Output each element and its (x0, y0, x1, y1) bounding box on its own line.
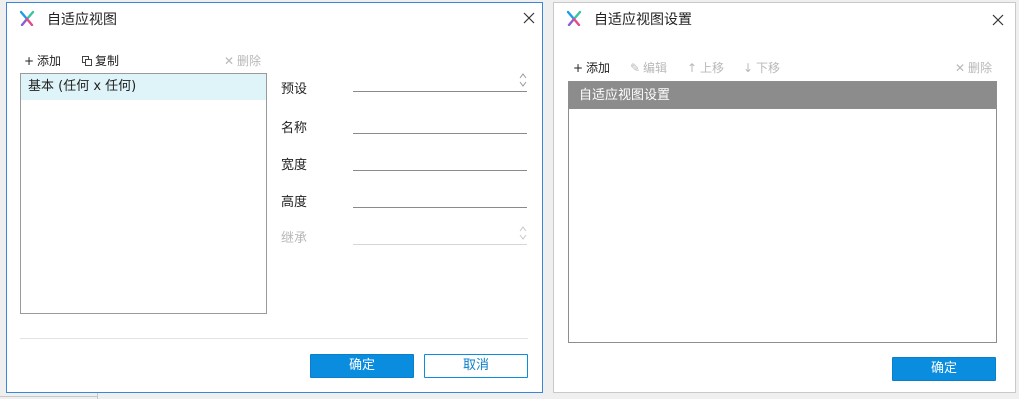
add-view-button[interactable]: + 添加 (23, 52, 61, 69)
close-icon[interactable] (522, 11, 536, 25)
inherit-spinner-icon[interactable] (519, 225, 527, 241)
ok-button[interactable]: 确定 (892, 357, 996, 381)
preset-spinner-icon[interactable] (519, 72, 527, 88)
inherit-label: 继承 (281, 231, 308, 246)
edit-setting-button[interactable]: ✎ 编辑 (629, 59, 667, 76)
arrow-down-icon: ↓ (742, 60, 754, 75)
move-up-button[interactable]: ↑ 上移 (686, 59, 724, 76)
list-item[interactable]: 基本 (任何 x 任何) (21, 74, 266, 100)
delete-view-button[interactable]: ✕ 删除 (223, 52, 261, 69)
dialog-title: 自适应视图设置 (594, 12, 692, 28)
inherit-select[interactable] (353, 244, 527, 245)
delete-setting-button[interactable]: ✕ 删除 (954, 59, 992, 76)
add-label: 添加 (586, 61, 611, 75)
move-down-label: 下移 (756, 61, 781, 75)
dialog-title: 自适应视图 (47, 12, 117, 28)
app-logo-icon (19, 10, 35, 26)
move-down-button[interactable]: ↓ 下移 (742, 59, 780, 76)
arrow-up-icon: ↑ (686, 60, 698, 75)
adaptive-view-settings-dialog: 自适应视图设置 + 添加 ✎ 编辑 ↑ 上移 ↓ 下移 ✕ 删除 自适应视图设置… (553, 2, 1016, 393)
add-setting-button[interactable]: + 添加 (572, 59, 610, 76)
close-icon[interactable] (991, 13, 1005, 27)
ok-button[interactable]: 确定 (310, 354, 414, 378)
delete-icon: ✕ (954, 60, 966, 75)
title-bar[interactable]: 自适应视图设置 (554, 3, 1015, 33)
pencil-icon: ✎ (629, 60, 641, 75)
delete-label: 删除 (968, 61, 993, 75)
name-input[interactable] (353, 133, 527, 134)
width-input[interactable] (353, 170, 527, 171)
add-label: 添加 (37, 54, 62, 68)
copy-view-button[interactable]: 复制 (81, 52, 119, 69)
table-header: 自适应视图设置 (569, 82, 996, 109)
height-input[interactable] (353, 207, 527, 208)
title-bar[interactable]: 自适应视图 (7, 3, 542, 33)
copy-label: 复制 (95, 54, 120, 68)
background-divider (0, 396, 97, 397)
adaptive-views-dialog: 自适应视图 + 添加 复制 ✕ 删除 基本 (任何 x 任何) 预设 名称 宽度… (6, 2, 543, 393)
preset-label: 预设 (281, 82, 308, 97)
settings-table[interactable]: 自适应视图设置 (568, 81, 997, 343)
copy-icon (82, 55, 92, 66)
views-list[interactable]: 基本 (任何 x 任何) (20, 73, 267, 314)
cancel-button[interactable]: 取消 (424, 354, 528, 378)
height-label: 高度 (281, 195, 308, 210)
preset-select[interactable] (353, 91, 527, 92)
delete-label: 删除 (237, 54, 262, 68)
footer-divider (20, 338, 528, 339)
app-logo-icon (566, 10, 582, 26)
plus-icon: + (23, 53, 35, 68)
delete-icon: ✕ (223, 53, 235, 68)
move-up-label: 上移 (700, 61, 725, 75)
plus-icon: + (572, 60, 584, 75)
name-label: 名称 (281, 121, 308, 136)
edit-label: 编辑 (643, 61, 668, 75)
width-label: 宽度 (281, 158, 308, 173)
